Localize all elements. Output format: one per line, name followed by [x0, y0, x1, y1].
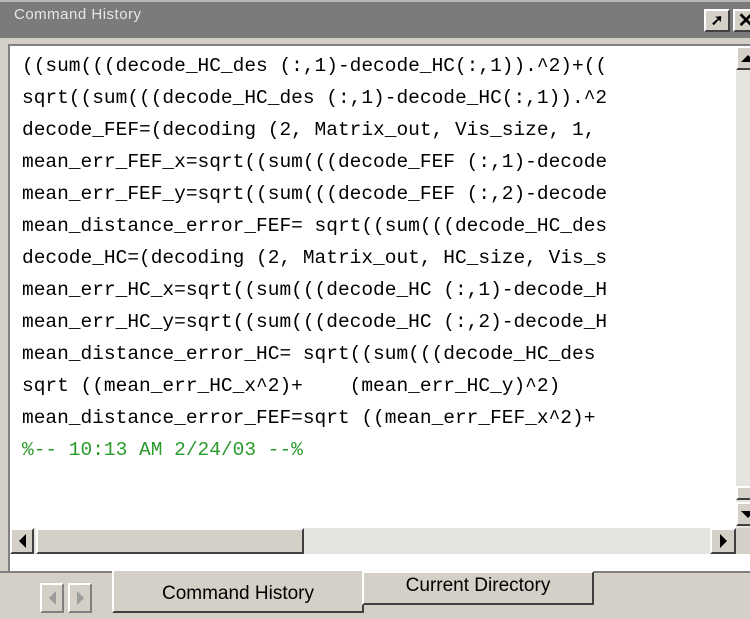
- arrow-up-icon: [741, 54, 750, 62]
- tab-divider: [594, 571, 750, 573]
- tab-label: Command History: [161, 583, 315, 604]
- history-line[interactable]: ((sum(((decode_HC_des (:,1)-decode_HC(:,…: [22, 50, 720, 82]
- undock-button[interactable]: ➚: [704, 9, 730, 32]
- horizontal-scroll-thumb[interactable]: [36, 528, 304, 554]
- scroll-left-button[interactable]: [10, 528, 34, 554]
- history-line[interactable]: mean_err_FEF_y=sqrt((sum(((decode_FEF (:…: [22, 178, 720, 210]
- window-title: Command History: [14, 6, 142, 23]
- tab-command-history[interactable]: Command History: [112, 571, 364, 613]
- history-line[interactable]: mean_err_HC_y=sqrt((sum(((decode_HC (:,2…: [22, 306, 720, 338]
- scroll-right-button[interactable]: [710, 528, 736, 554]
- scroll-up-button[interactable]: [736, 46, 750, 70]
- tab-bar: Command History Current Directory: [0, 571, 750, 619]
- undock-arrow-icon: ➚: [710, 12, 724, 29]
- tab-scroll-right-button[interactable]: [68, 583, 92, 613]
- tab-current-directory[interactable]: Current Directory: [362, 571, 594, 605]
- session-timestamp[interactable]: %-- 10:13 AM 2/24/03 --%: [22, 434, 720, 466]
- close-button[interactable]: ✕: [733, 9, 750, 32]
- scroll-down-button[interactable]: [736, 502, 750, 526]
- arrow-left-icon: [18, 534, 26, 548]
- history-line[interactable]: mean_distance_error_FEF=sqrt ((mean_err_…: [22, 402, 720, 434]
- history-line[interactable]: mean_distance_error_FEF= sqrt((sum(((dec…: [22, 210, 720, 242]
- history-line[interactable]: sqrt((sum(((decode_HC_des (:,1)-decode_H…: [22, 82, 720, 114]
- vertical-scrollbar[interactable]: [736, 46, 750, 528]
- vertical-scroll-thumb[interactable]: [736, 486, 750, 500]
- command-history-pane[interactable]: ((sum(((decode_HC_des (:,1)-decode_HC(:,…: [8, 44, 750, 571]
- close-icon: ✕: [737, 9, 750, 32]
- arrow-down-icon: [741, 510, 750, 518]
- history-line[interactable]: decode_HC=(decoding (2, Matrix_out, HC_s…: [22, 242, 720, 274]
- history-line[interactable]: decode_FEF=(decoding (2, Matrix_out, Vis…: [22, 114, 720, 146]
- horizontal-scrollbar[interactable]: [10, 528, 736, 554]
- history-line[interactable]: mean_err_HC_x=sqrt((sum(((decode_HC (:,1…: [22, 274, 720, 306]
- history-line[interactable]: mean_err_FEF_x=sqrt((sum(((decode_FEF (:…: [22, 146, 720, 178]
- tab-scroll-left-button[interactable]: [40, 583, 64, 613]
- arrow-right-icon: [719, 534, 727, 548]
- scrollbar-corner: [736, 528, 750, 554]
- history-line[interactable]: sqrt ((mean_err_HC_x^2)+ (mean_err_HC_y)…: [22, 370, 720, 402]
- history-line[interactable]: mean_distance_error_HC= sqrt((sum(((deco…: [22, 338, 720, 370]
- arrow-right-icon: [76, 591, 84, 605]
- history-list: ((sum(((decode_HC_des (:,1)-decode_HC(:,…: [22, 50, 720, 466]
- title-bar: Command History ➚ ✕: [0, 0, 750, 38]
- tab-label: Current Directory: [405, 575, 551, 596]
- tab-divider: [0, 571, 112, 573]
- arrow-left-icon: [48, 591, 56, 605]
